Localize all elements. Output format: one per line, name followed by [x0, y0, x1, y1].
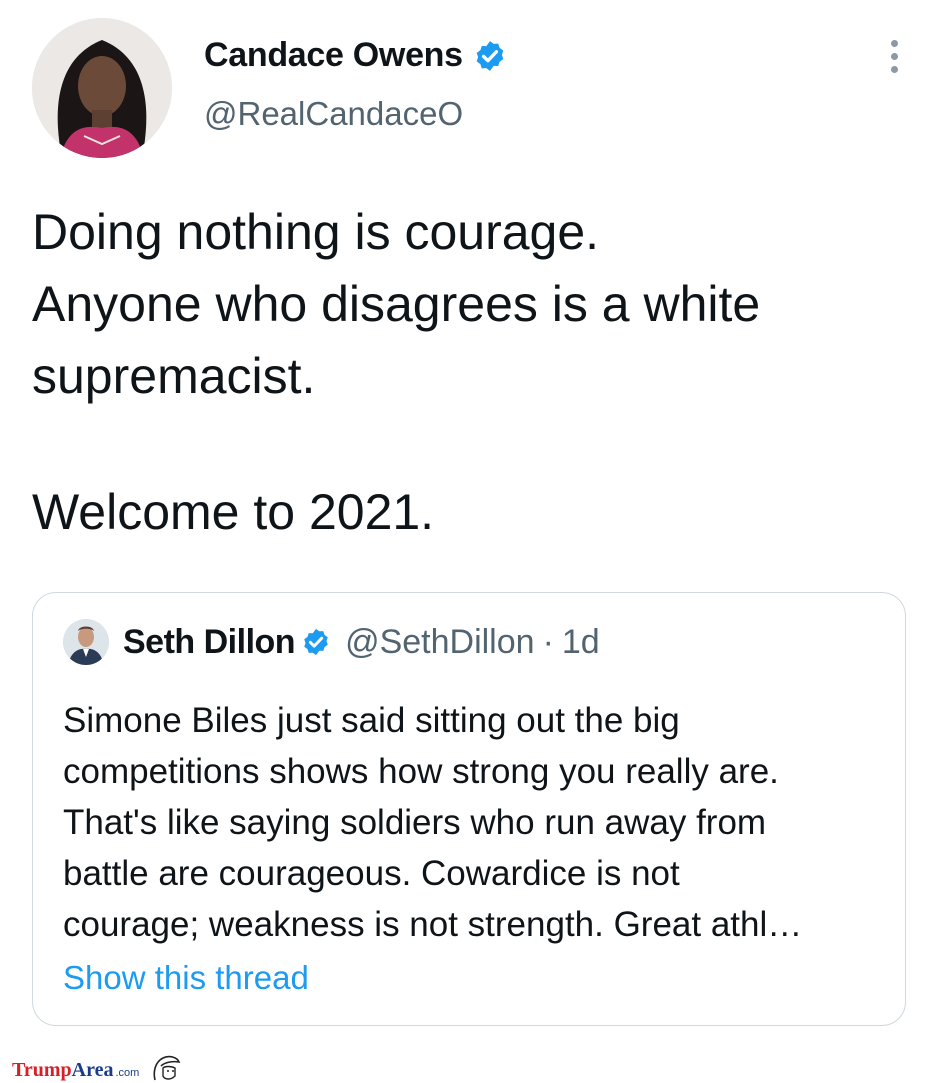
- quoted-tweet-line: Simone Biles just said sitting out the b…: [63, 701, 680, 740]
- verified-badge-icon: [304, 628, 328, 656]
- watermark-com: .com: [115, 1067, 140, 1079]
- quoted-author-handle[interactable]: @SethDillon: [345, 623, 535, 662]
- watermark-area: Area: [71, 1059, 114, 1081]
- quoted-tweet-text: Simone Biles just said sitting out the b…: [63, 695, 883, 950]
- tweet-line: Anyone who disagrees is a white: [32, 276, 761, 332]
- show-thread-link[interactable]: Show this thread: [63, 959, 309, 997]
- author-info: Candace Owens @RealCandaceO: [204, 36, 507, 133]
- more-vertical-icon[interactable]: [886, 40, 902, 78]
- quoted-tweet-line: battle are courageous. Cowardice is not: [63, 854, 680, 893]
- quoted-tweet-line: courage; weakness is not strength. Great…: [63, 905, 803, 944]
- quoted-tweet-card[interactable]: Seth Dillon @SethDillon · 1d Simone Bile…: [32, 592, 906, 1026]
- watermark: Trump Area .com: [12, 1052, 183, 1082]
- quoted-author-avatar[interactable]: [63, 619, 109, 665]
- author-name[interactable]: Candace Owens: [204, 36, 463, 75]
- watermark-trump: Trump: [12, 1059, 72, 1081]
- tweet-line: Doing nothing is courage.: [32, 204, 600, 260]
- author-avatar[interactable]: [32, 18, 172, 158]
- watermark-face-icon: [153, 1055, 181, 1081]
- tweet-line: supremacist.: [32, 348, 316, 404]
- author-name-row: Candace Owens: [204, 36, 507, 75]
- quoted-tweet-time[interactable]: 1d: [562, 623, 600, 662]
- quoted-tweet-line: That's like saying soldiers who run away…: [63, 803, 767, 842]
- author-handle[interactable]: @RealCandaceO: [204, 95, 507, 133]
- tweet-closing-line: Welcome to 2021.: [32, 484, 435, 540]
- separator-dot: ·: [542, 622, 554, 661]
- quoted-author-name[interactable]: Seth Dillon: [123, 623, 296, 662]
- quoted-tweet-header: Seth Dillon @SethDillon · 1d: [63, 619, 600, 665]
- tweet-text: Doing nothing is courage. Anyone who dis…: [32, 196, 912, 548]
- verified-badge-icon: [476, 40, 504, 71]
- quoted-tweet-line: competitions shows how strong you really…: [63, 752, 779, 791]
